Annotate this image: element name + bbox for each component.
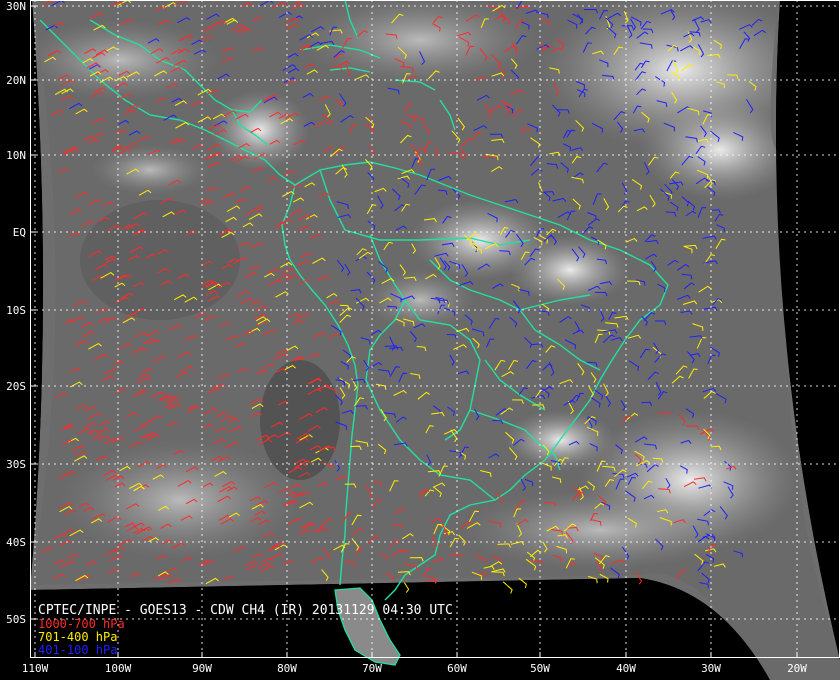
longitude-label: 50W [530,662,550,675]
latitude-label: 20N [6,74,26,87]
latitude-label: 10N [6,149,26,162]
satellite-image [0,0,840,680]
latitude-label: 50S [6,613,26,626]
satellite-wind-map: 30N 20N 10N EQ 10S 20S 30S 40S 50S 110W 100W 90W 80… [0,0,840,680]
longitude-label: 70W [362,662,382,675]
longitude-label: 110W [22,662,49,675]
longitude-label: 90W [192,662,212,675]
legend-high-level: 401-100 hPa [38,643,118,657]
map-canvas: 30N 20N 10N EQ 10S 20S 30S 40S 50S 110W 100W 90W 80… [0,0,840,680]
map-title: CPTEC/INPE - GOES13 - CDW CH4 (IR) 20131… [38,603,453,618]
latitude-label: 20S [6,380,26,393]
longitude-label: 40W [616,662,636,675]
longitude-label: 20W [787,662,807,675]
longitude-label: 100W [105,662,132,675]
latitude-label: EQ [13,226,26,239]
latitude-label: 10S [6,304,26,317]
space-bottom [30,578,770,680]
longitude-label: 60W [447,662,467,675]
latitude-label: 30N [6,0,26,13]
latitude-label: 40S [6,536,26,549]
longitude-label: 80W [277,662,297,675]
longitude-label: 30W [701,662,721,675]
latitude-label: 30S [6,458,26,471]
